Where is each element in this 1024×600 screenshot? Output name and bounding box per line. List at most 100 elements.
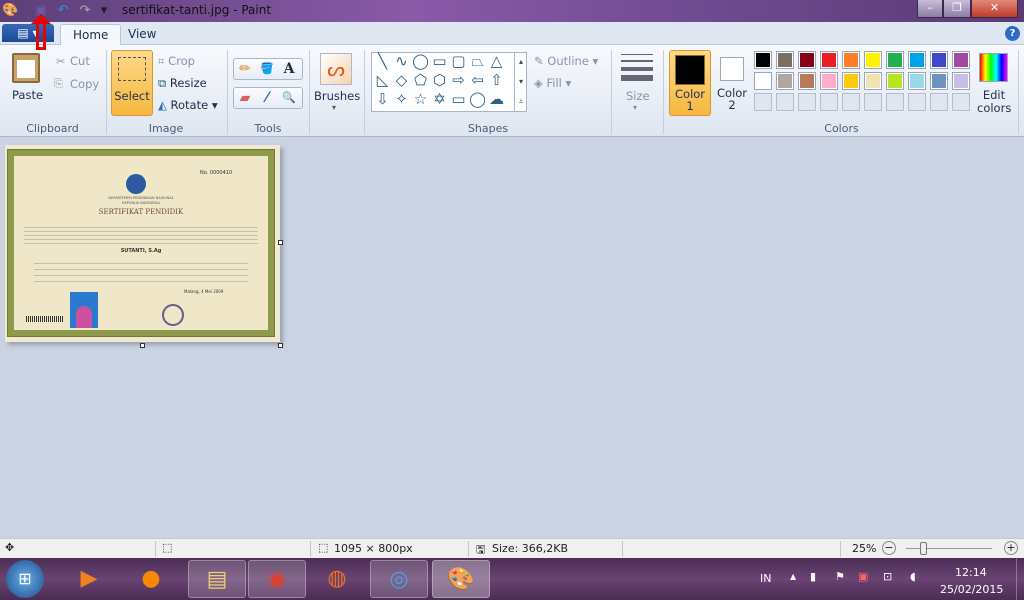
custom-color-slot[interactable]: [776, 93, 794, 111]
shape-7[interactable]: ◺: [373, 71, 392, 90]
shapes-scrollbar[interactable]: ▴ ▾ ⩡: [514, 52, 527, 112]
gom-player-icon[interactable]: ●: [122, 560, 180, 598]
custom-color-slot[interactable]: [842, 93, 860, 111]
custom-color-slot[interactable]: [886, 93, 904, 111]
custom-color-slot[interactable]: [754, 93, 772, 111]
custom-color-slot[interactable]: [798, 93, 816, 111]
resize-handle-right[interactable]: [278, 240, 283, 245]
palette-color[interactable]: [820, 72, 838, 90]
clock-date[interactable]: 25/02/2015: [940, 583, 1003, 596]
zoom-slider-thumb[interactable]: [920, 542, 928, 555]
palette-color[interactable]: [952, 51, 970, 69]
custom-color-slot[interactable]: [930, 93, 948, 111]
fill-bucket-icon[interactable]: 🪣: [256, 59, 278, 79]
chrome-icon[interactable]: ◉: [248, 560, 306, 598]
color1-button[interactable]: Color 1: [669, 50, 711, 116]
custom-color-slot[interactable]: [820, 93, 838, 111]
shape-3[interactable]: ▭: [430, 52, 449, 71]
file-explorer-icon[interactable]: ▤: [188, 560, 246, 598]
resize-handle-bottom[interactable]: [140, 343, 145, 348]
palette-color[interactable]: [886, 51, 904, 69]
firefox-icon[interactable]: ◍: [308, 560, 366, 598]
action-center-flag-icon[interactable]: ⚑: [835, 570, 845, 583]
palette-color[interactable]: [908, 72, 926, 90]
shape-9[interactable]: ⬠: [411, 71, 430, 90]
power-icon[interactable]: ▣: [858, 570, 868, 583]
shape-12[interactable]: ⇦: [468, 71, 487, 90]
shape-1[interactable]: ∿: [392, 52, 411, 71]
shape-4[interactable]: ▢: [449, 52, 468, 71]
color-picker-icon[interactable]: ⁄: [256, 88, 278, 108]
shape-13[interactable]: ⇧: [487, 71, 506, 90]
shape-15[interactable]: ✧: [392, 90, 411, 109]
size-button[interactable]: Size: [626, 89, 650, 103]
palette-color[interactable]: [864, 51, 882, 69]
palette-color[interactable]: [754, 51, 772, 69]
volume-icon[interactable]: ◖: [910, 570, 916, 583]
image-canvas[interactable]: No. 0000410 DEPARTEMEN PENDIDIKAN NASION…: [5, 145, 280, 342]
show-desktop-button[interactable]: [1016, 558, 1024, 600]
shape-20[interactable]: ☁: [487, 90, 506, 109]
custom-color-slot[interactable]: [952, 93, 970, 111]
shape-10[interactable]: ⬡: [430, 71, 449, 90]
redo-icon[interactable]: ↷: [77, 3, 93, 19]
shape-8[interactable]: ◇: [392, 71, 411, 90]
text-tool-icon[interactable]: A: [278, 59, 300, 79]
shape-0[interactable]: ╲: [373, 52, 392, 71]
clock-time[interactable]: 12:14: [955, 566, 987, 579]
help-icon[interactable]: ?: [1005, 26, 1020, 41]
shape-2[interactable]: ◯: [411, 52, 430, 71]
antivirus-icon[interactable]: ▮: [810, 570, 816, 583]
brushes-button[interactable]: Brushes: [314, 89, 360, 103]
copy-button[interactable]: Copy: [70, 77, 99, 91]
shape-14[interactable]: ⇩: [373, 90, 392, 109]
select-button[interactable]: Select: [111, 50, 153, 116]
fill-button[interactable]: ◈ Fill ▾: [534, 76, 571, 90]
shape-16[interactable]: ☆: [411, 90, 430, 109]
paint-taskbar-icon[interactable]: 🎨: [432, 560, 490, 598]
edit-colors-button[interactable]: Edit colors: [977, 89, 1011, 115]
media-player-icon[interactable]: ▶: [60, 560, 118, 598]
tab-view[interactable]: View: [116, 24, 168, 45]
paste-button[interactable]: Paste: [12, 88, 43, 102]
palette-color[interactable]: [886, 72, 904, 90]
palette-color[interactable]: [820, 51, 838, 69]
resize-button[interactable]: ⧉ Resize: [158, 76, 207, 91]
custom-color-slot[interactable]: [864, 93, 882, 111]
shape-17[interactable]: ✡: [430, 90, 449, 109]
language-indicator[interactable]: IN: [760, 572, 771, 585]
restore-button[interactable]: ❐: [943, 0, 971, 18]
zoom-in-button[interactable]: +: [1004, 541, 1018, 555]
outline-button[interactable]: ✎ Outline ▾: [534, 54, 598, 68]
crop-button[interactable]: ⌗ Crop: [158, 54, 195, 69]
palette-color[interactable]: [776, 51, 794, 69]
palette-color[interactable]: [842, 51, 860, 69]
palette-color[interactable]: [930, 72, 948, 90]
cut-button[interactable]: Cut: [70, 54, 90, 68]
shape-6[interactable]: △: [487, 52, 506, 71]
network-icon[interactable]: ⊡: [883, 570, 892, 583]
color2-button[interactable]: Color 2: [713, 50, 751, 116]
minimize-button[interactable]: –: [917, 0, 943, 18]
palette-color[interactable]: [864, 72, 882, 90]
globe-app-icon[interactable]: ◎: [370, 560, 428, 598]
paint-app-icon[interactable]: 🎨: [2, 3, 18, 19]
palette-color[interactable]: [798, 72, 816, 90]
palette-color[interactable]: [754, 72, 772, 90]
start-button[interactable]: ⊞: [6, 560, 44, 598]
shape-5[interactable]: ⏢: [468, 52, 487, 71]
zoom-slider[interactable]: [906, 548, 992, 549]
palette-color[interactable]: [798, 51, 816, 69]
palette-color[interactable]: [952, 72, 970, 90]
resize-handle-corner[interactable]: [278, 343, 283, 348]
shape-18[interactable]: ▭: [449, 90, 468, 109]
custom-color-slot[interactable]: [908, 93, 926, 111]
magnifier-icon[interactable]: 🔍: [278, 88, 300, 108]
palette-color[interactable]: [930, 51, 948, 69]
shape-19[interactable]: ◯: [468, 90, 487, 109]
eraser-icon[interactable]: ▰: [234, 88, 256, 108]
palette-color[interactable]: [842, 72, 860, 90]
palette-color[interactable]: [908, 51, 926, 69]
zoom-out-button[interactable]: −: [882, 541, 896, 555]
close-button[interactable]: ✕: [971, 0, 1018, 18]
